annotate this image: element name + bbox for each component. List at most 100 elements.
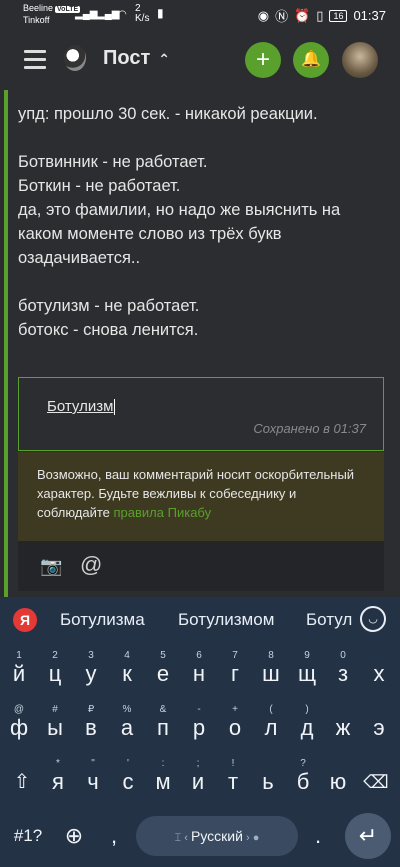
comma-key[interactable]: , <box>98 816 130 866</box>
key-label: н <box>192 661 206 686</box>
key-hint: & <box>159 704 167 715</box>
emoji-icon[interactable]: ◡ <box>360 606 386 632</box>
post-line: ботулизм - не работает. <box>18 297 200 315</box>
key-ь[interactable]: ь <box>252 755 284 805</box>
signal-icon: ▂▄▆ <box>75 9 98 20</box>
space-key[interactable]: ⌶ ‹ Русский › ● <box>136 816 298 856</box>
key-п[interactable]: & п <box>147 701 179 751</box>
globe-icon[interactable]: ⊕ <box>58 816 90 866</box>
key-label: в <box>85 715 97 740</box>
key-о[interactable]: + о <box>219 701 251 751</box>
key-ц[interactable]: 2ц <box>39 647 71 697</box>
key-label: с <box>122 769 134 794</box>
key-label: ы <box>47 715 63 740</box>
key-label: ц <box>48 661 62 686</box>
post-line: упд: прошло 30 сек. - никакой реакции. <box>18 105 318 123</box>
bell-icon[interactable]: 🔔 <box>293 42 329 78</box>
warning-text: Возможно, ваш комментарий носит оскорбит… <box>37 467 355 520</box>
key-б[interactable]: ? б <box>287 755 319 805</box>
key-label: д <box>300 715 314 740</box>
key-label: л <box>264 715 278 740</box>
key-л[interactable]: (л <box>255 701 287 751</box>
key-ж[interactable]: ж <box>327 701 359 751</box>
add-button[interactable]: + <box>245 42 281 78</box>
menu-icon[interactable] <box>24 50 46 69</box>
symbols-key[interactable]: #1? <box>8 816 48 866</box>
key-label: ь <box>262 769 274 794</box>
suggestion[interactable]: Ботулизма <box>60 610 145 630</box>
key-hint: + <box>232 704 238 715</box>
alarm-icon: ⏰ <box>294 7 311 23</box>
key-hint: @ <box>13 704 25 715</box>
key-й[interactable]: 1й <box>3 647 35 697</box>
key-я[interactable]: * я <box>42 755 74 805</box>
key-н[interactable]: 6н <box>183 647 215 697</box>
key-г[interactable]: 7г <box>219 647 251 697</box>
post-line: да, это фамилии, но надо же выяснить на … <box>18 201 341 267</box>
key-т[interactable]: ! т <box>217 755 249 805</box>
post-text: упд: прошло 30 сек. - никакой реакции. Б… <box>18 102 388 342</box>
key-hint: * <box>56 758 60 769</box>
avatar[interactable] <box>342 42 378 78</box>
app-bar: Пост ⌃ + 🔔 <box>0 30 400 90</box>
camera-icon[interactable]: 📷 <box>40 556 62 577</box>
mention-icon[interactable]: @ <box>80 552 102 578</box>
key-ч[interactable]: " ч <box>77 755 109 805</box>
key-hint: - <box>197 704 201 715</box>
wifi-icon: ◠ <box>118 9 127 20</box>
key-а[interactable]: % а <box>111 701 143 751</box>
key-с[interactable]: ' с <box>112 755 144 805</box>
key-ю[interactable]: ю <box>322 755 354 805</box>
cursor-icon: ⌶ ‹ <box>174 832 191 844</box>
yandex-logo-icon[interactable]: Я <box>13 608 37 632</box>
suggestion-bar: Я Ботулизма Ботулизмом Ботул ◡ <box>0 597 400 643</box>
key-ш[interactable]: 8ш <box>255 647 287 697</box>
suggestion[interactable]: Ботул <box>306 610 352 630</box>
key-е[interactable]: 5е <box>147 647 179 697</box>
post-line: Ботвинник - не работает. <box>18 153 208 171</box>
page-title[interactable]: Пост ⌃ <box>103 47 170 70</box>
period-key[interactable]: . <box>302 816 334 866</box>
key-ы[interactable]: # ы <box>39 701 71 751</box>
key-hint: ' <box>127 758 129 769</box>
key-hint: ) <box>305 704 309 715</box>
backspace-icon[interactable]: ⌫ <box>360 755 392 805</box>
key-hint: 0 <box>340 650 346 661</box>
key-р[interactable]: -р <box>183 701 215 751</box>
key-щ[interactable]: 9щ <box>291 647 323 697</box>
warning-banner: Возможно, ваш комментарий носит оскорбит… <box>18 452 384 541</box>
vibrate-icon: ▯ <box>316 7 324 23</box>
key-м[interactable]: :м <box>147 755 179 805</box>
key-label: я <box>52 769 64 794</box>
eye-icon: ◉ <box>257 7 270 23</box>
shift-icon[interactable]: ⇧ <box>6 755 38 805</box>
key-х[interactable]: х <box>363 647 395 697</box>
key-к[interactable]: 4к <box>111 647 143 697</box>
key-label: ч <box>87 769 99 794</box>
pikabu-logo <box>64 45 86 71</box>
key-у[interactable]: 3у <box>75 647 107 697</box>
suggestion[interactable]: Ботулизмом <box>178 610 274 630</box>
key-ф[interactable]: @ ф <box>3 701 35 751</box>
key-hint: 4 <box>124 650 130 661</box>
rules-link[interactable]: правила Пикабу <box>114 505 212 520</box>
key-и[interactable]: ; и <box>182 755 214 805</box>
post-line: Боткин - не работает. <box>18 177 181 195</box>
key-hint: ; <box>196 758 200 769</box>
key-hint: ! <box>231 758 235 769</box>
key-label: э <box>373 715 385 740</box>
key-label: щ <box>297 661 317 686</box>
speed-indicator: 2 K/s <box>135 3 150 24</box>
key-д[interactable]: ) д <box>291 701 323 751</box>
comment-editor[interactable]: Ботулизм Сохранено в 01:37 <box>18 377 384 451</box>
enter-icon[interactable]: ↵ <box>345 813 391 859</box>
post-content: упд: прошло 30 сек. - никакой реакции. Б… <box>0 90 400 597</box>
key-в[interactable]: ₽ в <box>75 701 107 751</box>
battery-indicator: 16 <box>329 9 348 22</box>
mic-icon: › ● <box>242 832 260 844</box>
key-з[interactable]: 0з <box>327 647 359 697</box>
key-label: м <box>155 769 171 794</box>
key-э[interactable]: э <box>363 701 395 751</box>
comment-input[interactable]: Ботулизм <box>47 398 116 416</box>
key-row-4: #1? ⊕ , ⌶ ‹ Русский › ● . ↵ <box>0 813 400 866</box>
